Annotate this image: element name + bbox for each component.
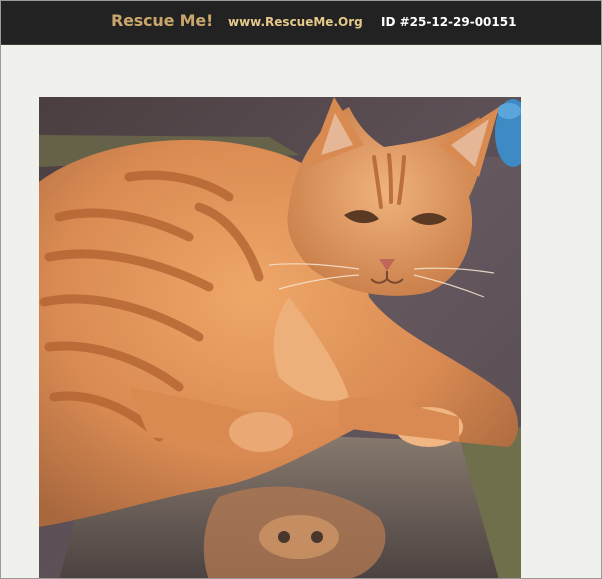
brand-logo[interactable]: Rescue Me! xyxy=(111,11,213,30)
pet-photo xyxy=(39,97,521,578)
page-frame: Rescue Me! www.RescueMe.Org ID #25-12-29… xyxy=(0,0,602,579)
cat-photo-illustration xyxy=(39,97,521,578)
site-link[interactable]: www.RescueMe.Org xyxy=(228,15,363,29)
pet-id: ID #25-12-29-00151 xyxy=(381,15,517,29)
top-bar: Rescue Me! www.RescueMe.Org ID #25-12-29… xyxy=(1,1,601,45)
cat-paw-left xyxy=(229,412,293,452)
